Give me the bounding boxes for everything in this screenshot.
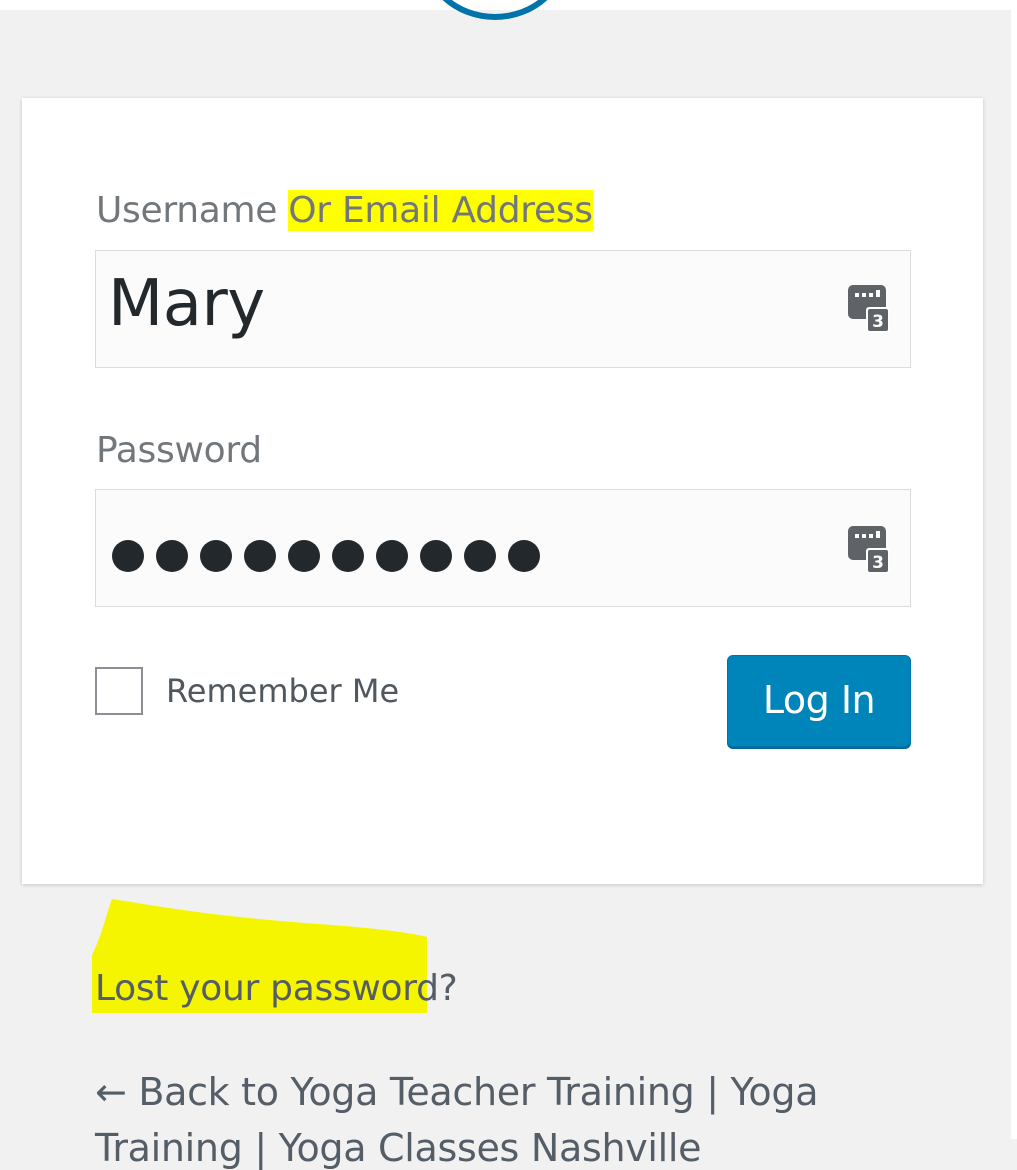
password-manager-icon[interactable]: 3 [846,522,892,578]
password-dot [376,540,408,572]
back-to-site-link[interactable]: ← Back to Yoga Teacher Training | Yoga [95,1070,818,1114]
password-dot [508,540,540,572]
password-dot [332,540,364,572]
username-label-plain: Username [96,190,289,231]
username-value: Mary [108,267,265,341]
remember-me-checkbox[interactable] [95,667,143,715]
username-label: Username Or Email Address [96,190,593,231]
log-in-button[interactable]: Log In [727,655,911,747]
password-dot [288,540,320,572]
password-dot [112,540,144,572]
password-label: Password [96,430,262,471]
password-dot [156,540,188,572]
password-dot [420,540,452,572]
lost-password-text[interactable]: Lost your password [95,968,439,1009]
lost-password-suffix: ? [438,968,458,1009]
remember-me-label[interactable]: Remember Me [166,672,399,710]
password-manager-badge: 3 [872,312,884,332]
password-dots [112,540,540,572]
password-dot [200,540,232,572]
password-manager-icon[interactable]: 3 [846,281,892,337]
right-strip [1011,0,1017,1139]
username-field[interactable]: Mary 3 [95,250,911,368]
back-to-site-link-line-2[interactable]: Training | Yoga Classes Nashville [95,1126,702,1170]
username-label-highlight: Or Email Address [288,190,593,231]
password-manager-badge: 3 [872,553,884,573]
password-dot [244,540,276,572]
password-dot [464,540,496,572]
lost-password-link[interactable]: Lost your password? [95,968,458,1009]
password-field[interactable]: 3 [95,489,911,607]
